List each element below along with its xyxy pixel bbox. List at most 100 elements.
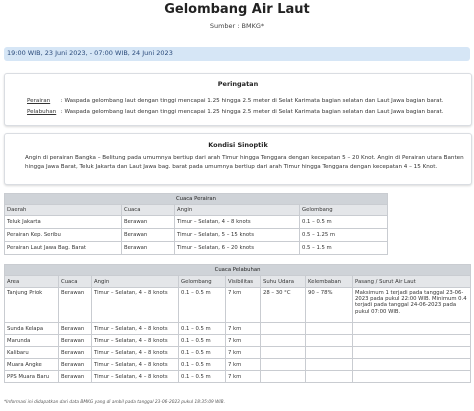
col-header: Pasang / Surut Air Laut — [351, 275, 472, 288]
cuaca-pelabuhan-table: Cuaca Pelabuhan Area Cuaca Angin Gelomba… — [3, 264, 472, 383]
cell — [351, 346, 472, 359]
cuaca-perairan-title: Cuaca Perairan — [4, 193, 388, 205]
cell: Perairan Kep. Seribu — [4, 228, 122, 242]
page-title: Gelombang Air Laut — [164, 2, 310, 17]
cell — [351, 370, 472, 383]
cell: 0.5 – 1.5 m — [299, 241, 388, 255]
table-row: Muara Angke Berawan Timur – Selatan, 4 –… — [4, 358, 472, 371]
tide-info-cell: Maksimum 1 terjadi pada tanggal 23-06-20… — [351, 287, 472, 323]
table-row: Perairan Laut Jawa Bag. Barat Berawan Ti… — [4, 241, 388, 255]
cell — [260, 370, 306, 383]
cell: Berawan — [58, 358, 92, 371]
cell: 28 – 30 °C — [260, 287, 306, 323]
cell: Timur – Selatan, 5 – 15 knots — [174, 228, 300, 242]
warning-perairan: Perairan : Waspada gelombang laut dengan… — [27, 98, 444, 104]
warning-pelabuhan-text: : Waspada gelombang laut dengan tinggi m… — [60, 109, 444, 115]
forecast-period-bar: 19:00 WIB, 23 Juni 2023, - 07:00 WIB, 24… — [4, 47, 470, 61]
cell — [305, 322, 353, 335]
cell: Berawan — [58, 322, 92, 335]
peringatan-card: Peringatan Perairan : Waspada gelombang … — [4, 73, 472, 126]
cell: Berawan — [121, 215, 175, 229]
footnote: *Informasi ini didapatkan dari data BMKG… — [4, 400, 225, 405]
cell: 90 – 78% — [305, 287, 353, 323]
table-row: Teluk Jakarta Berawan Timur – Selatan, 4… — [4, 215, 388, 229]
cell: 7 km — [225, 370, 261, 383]
cell — [260, 346, 306, 359]
sinoptik-text: Angin di perairan Bangka – Belitung pada… — [25, 155, 464, 170]
cell: Perairan Laut Jawa Bag. Barat — [4, 241, 122, 255]
cell: Berawan — [58, 370, 92, 383]
col-header: Angin — [174, 204, 300, 216]
forecast-period-text: 19:00 WIB, 23 Juni 2023, - 07:00 WIB, 24… — [7, 49, 173, 57]
cell: 0.1 – 0.5 m — [178, 334, 226, 347]
cell: 0.5 – 1.25 m — [299, 228, 388, 242]
cell: Timur – Selatan, 4 – 8 knots — [91, 322, 179, 335]
cell: Berawan — [121, 241, 175, 255]
col-header: Cuaca — [58, 275, 92, 288]
sinoptik-title: Kondisi Sinoptik — [208, 141, 268, 149]
cell: 7 km — [225, 346, 261, 359]
cell: 7 km — [225, 334, 261, 347]
warning-pelabuhan: Pelabuhan : Waspada gelombang laut denga… — [27, 109, 444, 115]
table-row: Marunda Berawan Timur – Selatan, 4 – 8 k… — [4, 334, 472, 347]
cell: Tanjung Priok — [4, 287, 59, 323]
sinoptik-card: Kondisi Sinoptik Angin di perairan Bangk… — [4, 133, 472, 185]
cell: Marunda — [4, 334, 59, 347]
cell — [351, 322, 472, 335]
cell — [351, 334, 472, 347]
cell: Kalibaru — [4, 346, 59, 359]
cell: Berawan — [121, 228, 175, 242]
cell: 7 km — [225, 287, 261, 323]
table-row: Tanjung Priok Berawan Timur – Selatan, 4… — [4, 287, 472, 323]
col-header: Area — [4, 275, 59, 288]
cell: Muara Angke — [4, 358, 59, 371]
cuaca-perairan-table: Cuaca Perairan Daerah Cuaca Angin Gelomb… — [4, 193, 388, 255]
cuaca-pelabuhan-title: Cuaca Pelabuhan — [3, 264, 472, 276]
col-header: Suhu Udara — [260, 275, 306, 288]
cell: 7 km — [225, 358, 261, 371]
cell: Berawan — [58, 346, 92, 359]
peringatan-title: Peringatan — [217, 80, 259, 88]
table-row: PPS Muara Baru Berawan Timur – Selatan, … — [4, 370, 472, 383]
cell: Timur – Selatan, 4 – 8 knots — [91, 358, 179, 371]
cell: Berawan — [58, 287, 92, 323]
cell — [305, 358, 353, 371]
cell: Timur – Selatan, 6 – 20 knots — [174, 241, 300, 255]
cell: 0.1 – 0.5 m — [178, 358, 226, 371]
cell: 0.1 – 0.5 m — [178, 346, 226, 359]
cell — [260, 334, 306, 347]
table-row: Kalibaru Berawan Timur – Selatan, 4 – 8 … — [4, 346, 472, 359]
col-header: Gelombang — [299, 204, 388, 216]
col-header: Visibilitas — [225, 275, 261, 288]
cell: Teluk Jakarta — [4, 215, 122, 229]
cell — [305, 370, 353, 383]
source-label: Sumber : BMKG* — [209, 22, 265, 30]
cell — [351, 358, 472, 371]
cell: Berawan — [58, 334, 92, 347]
table-row: Sunda Kelapa Berawan Timur – Selatan, 4 … — [4, 322, 472, 335]
cell — [305, 346, 353, 359]
col-header: Cuaca — [121, 204, 175, 216]
cell: 0.1 – 0.5 m — [299, 215, 388, 229]
col-header: Angin — [91, 275, 179, 288]
cell: 0.1 – 0.5 m — [178, 287, 226, 323]
col-header: Kelembaban — [305, 275, 353, 288]
cell — [260, 322, 306, 335]
col-header: Gelombang — [178, 275, 226, 288]
cell: Timur – Selatan, 4 – 8 knots — [91, 346, 179, 359]
cell: Timur – Selatan, 4 – 8 knots — [91, 370, 179, 383]
cell: Timur – Selatan, 4 – 8 knots — [91, 287, 179, 323]
cell: Sunda Kelapa — [4, 322, 59, 335]
cell — [305, 334, 353, 347]
cell: 0.1 – 0.5 m — [178, 370, 226, 383]
warning-pelabuhan-label[interactable]: Pelabuhan — [27, 109, 59, 115]
warning-perairan-label[interactable]: Perairan — [27, 98, 59, 104]
cell: Timur – Selatan, 4 – 8 knots — [91, 334, 179, 347]
cell: 0.1 – 0.5 m — [178, 322, 226, 335]
cell: 7 km — [225, 322, 261, 335]
warning-perairan-text: : Waspada gelombang laut dengan tinggi m… — [60, 98, 444, 104]
cell: PPS Muara Baru — [4, 370, 59, 383]
table-row: Perairan Kep. Seribu Berawan Timur – Sel… — [4, 228, 388, 242]
cell: Timur – Selatan, 4 – 8 knots — [174, 215, 300, 229]
cell — [260, 358, 306, 371]
